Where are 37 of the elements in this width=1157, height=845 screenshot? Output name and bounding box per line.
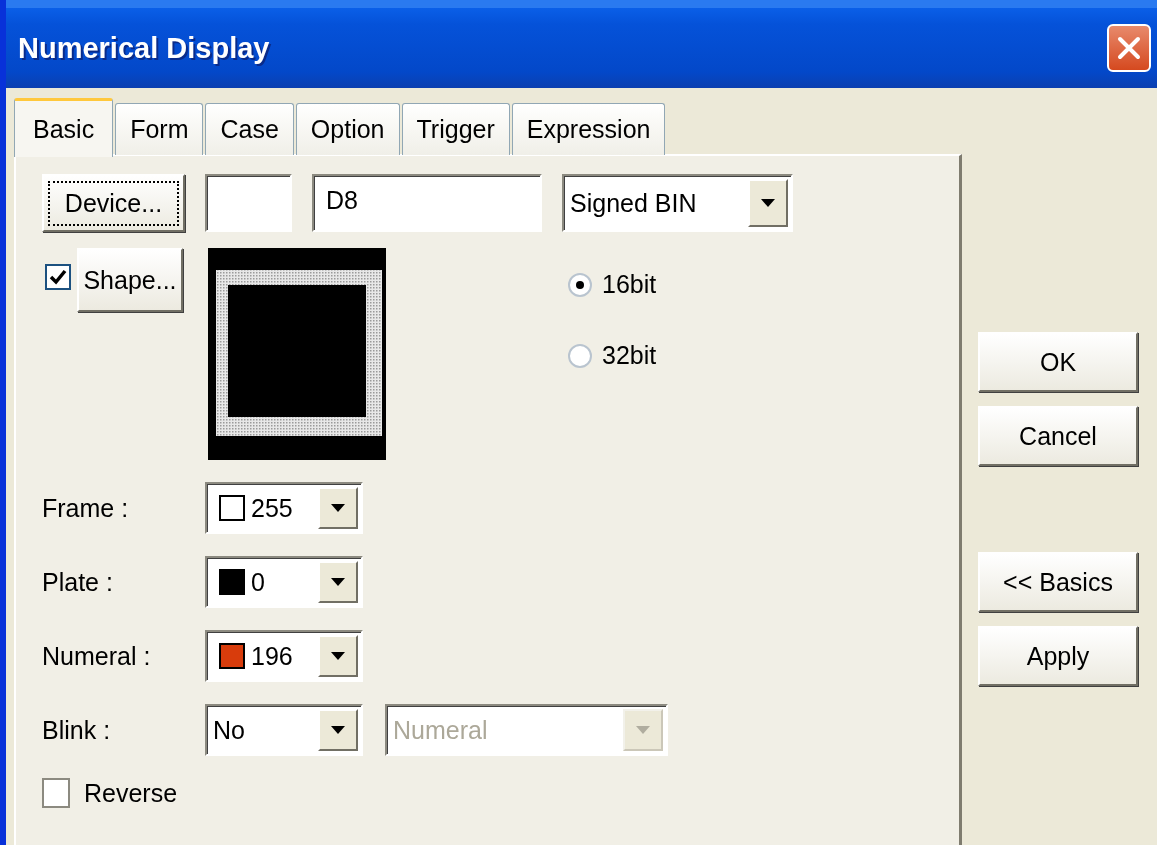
close-icon	[1116, 35, 1142, 61]
device-button[interactable]: Device...	[42, 174, 185, 232]
dialog-button[interactable]: Apply	[978, 626, 1138, 686]
color-dropdown[interactable]: 196	[205, 630, 363, 682]
field-label: Numeral :	[42, 641, 152, 671]
dialog-button[interactable]: Cancel	[978, 406, 1138, 466]
format-dropdown[interactable]: Signed BIN	[562, 174, 793, 232]
close-button[interactable]	[1107, 24, 1151, 72]
reverse-checkbox[interactable]	[42, 778, 70, 808]
dialog-button[interactable]: << Basics	[978, 552, 1138, 612]
dialog-button[interactable]: OK	[978, 332, 1138, 392]
dropdown-arrow-icon	[331, 652, 345, 660]
window-title: Numerical Display	[18, 31, 270, 65]
color-dropdown[interactable]: 0	[205, 556, 363, 608]
tab[interactable]: Basic	[14, 98, 114, 157]
device-field[interactable]: D8	[312, 174, 542, 232]
dropdown-arrow-icon	[331, 726, 345, 734]
radio-option[interactable]: 32bit	[568, 341, 657, 370]
checkbox-label: Reverse	[84, 778, 178, 808]
radio-option[interactable]: 16bit	[568, 270, 657, 299]
tab[interactable]: Expression	[511, 103, 666, 155]
device-type-field[interactable]	[205, 174, 292, 232]
shape-button[interactable]: Shape...	[77, 248, 183, 312]
dropdown-arrow-icon	[636, 726, 650, 734]
dropdown-arrow-icon	[331, 578, 345, 586]
field-label: Frame :	[42, 493, 130, 523]
tab[interactable]: Option	[295, 103, 400, 155]
blink-dropdown[interactable]: No	[205, 704, 363, 756]
dropdown-arrow-icon	[331, 504, 345, 512]
tab[interactable]: Case	[205, 103, 294, 155]
dropdown-arrow-icon	[761, 199, 775, 207]
shape-checkbox[interactable]	[45, 264, 71, 290]
tab[interactable]: Trigger	[401, 103, 510, 155]
tab[interactable]: Form	[115, 103, 204, 155]
field-label: Plate :	[42, 567, 114, 597]
color-dropdown[interactable]: 255	[205, 482, 363, 534]
field-label: Blink :	[42, 715, 112, 745]
